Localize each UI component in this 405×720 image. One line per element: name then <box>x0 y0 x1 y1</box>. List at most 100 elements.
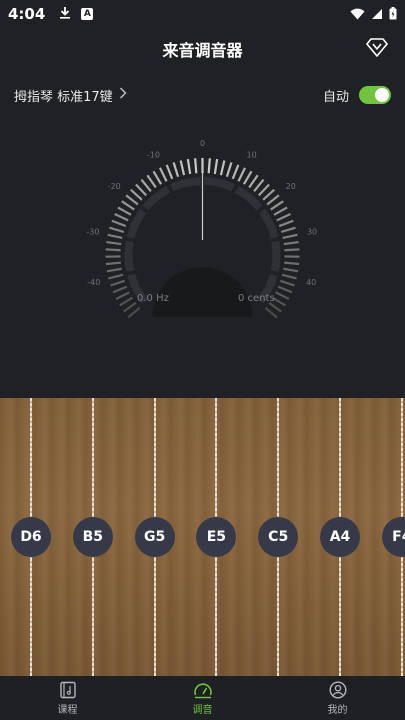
gauge-tick <box>270 200 284 211</box>
gauge-scale-label: -40 <box>87 278 100 287</box>
gauge-tick <box>114 213 129 222</box>
tuner-gauge: -50-40-30-20-1001020304050 <box>86 139 317 319</box>
gauge-tick <box>219 160 226 176</box>
wifi-icon <box>350 5 365 24</box>
gauge-tick <box>264 306 278 319</box>
gauge-tick <box>140 178 152 192</box>
course-book-icon <box>59 681 76 699</box>
gauge-segment <box>170 177 201 192</box>
gauge-tick <box>152 170 163 185</box>
gauge-tick <box>172 162 180 178</box>
battery-icon <box>389 5 397 24</box>
gauge-tick <box>280 226 296 233</box>
gauge-tick <box>253 178 265 192</box>
gauge-tick <box>213 158 219 175</box>
download-icon <box>59 6 71 22</box>
note-button[interactable]: E5 <box>196 517 237 557</box>
app-notification-icon: A <box>81 8 94 20</box>
gauge-segment <box>204 177 235 192</box>
gauge-tick <box>282 233 298 240</box>
gauge-tick <box>105 248 121 252</box>
tab-tuner[interactable]: 调音 <box>135 676 270 720</box>
tuner-gauge-icon <box>193 683 212 699</box>
gauge-tick <box>165 164 174 180</box>
gauge-hub <box>152 267 253 317</box>
bottom-tab-bar: 课程 调音 我的 <box>0 676 405 720</box>
gauge-tick <box>284 248 300 252</box>
gauge-scale-label: 20 <box>286 182 296 191</box>
gauge-scale-label: -10 <box>147 150 160 159</box>
gauge-tick <box>284 261 300 266</box>
auto-toggle[interactable] <box>359 86 391 104</box>
status-time: 4:04 <box>8 5 46 23</box>
vip-diamond-button[interactable] <box>365 36 389 58</box>
gauge-tick <box>106 267 122 273</box>
gauge-tick <box>278 219 294 228</box>
gauge-scale-label: 0 <box>200 139 205 148</box>
note-button[interactable]: G5 <box>134 517 175 557</box>
auto-mode: 自动 <box>323 86 391 105</box>
frequency-readout: 0.0 Hz <box>137 293 169 304</box>
gauge-tick <box>127 306 141 319</box>
gauge-tick <box>106 240 122 246</box>
instrument-label: 拇指琴 标准17键 <box>14 89 113 105</box>
tab-profile[interactable]: 我的 <box>270 676 405 720</box>
gauge-tick <box>135 183 148 197</box>
gauge-scale-label: -20 <box>108 182 121 191</box>
gauge-tick <box>273 206 288 216</box>
note-button[interactable]: C5 <box>258 517 299 557</box>
gauge-tick <box>283 240 299 246</box>
tab-course-label: 课程 <box>57 705 78 716</box>
status-indicators <box>350 5 397 24</box>
gauge-tick <box>276 213 291 222</box>
note-button[interactable]: B5 <box>72 517 113 557</box>
gauge-tick <box>108 273 124 280</box>
tab-course[interactable]: 课程 <box>0 676 135 720</box>
gauge-tick <box>266 194 280 206</box>
string-board: D6 B5 G5 E5 C5 A4 F4 <box>0 398 405 676</box>
profile-icon <box>328 681 347 699</box>
gauge-scale-label: 40 <box>306 278 316 287</box>
gauge-tick <box>125 194 139 206</box>
gauge-tick <box>158 167 168 182</box>
gauge-scale-label: 10 <box>247 150 257 159</box>
gauge-segment <box>124 240 135 272</box>
gauge-tick <box>231 164 240 180</box>
note-button[interactable]: A4 <box>320 517 360 557</box>
gauge-tick <box>257 183 270 197</box>
gauge-tick <box>111 219 127 228</box>
chevron-right-icon <box>119 87 127 103</box>
gauge-tick <box>279 279 295 287</box>
gauge-tick <box>109 226 125 233</box>
gauge-tick <box>207 158 211 174</box>
app-title: 来音调音器 <box>162 41 243 60</box>
gauge-tick <box>262 188 275 201</box>
gauge-tick <box>117 206 132 216</box>
instrument-row: 拇指琴 标准17键 自动 <box>0 82 405 108</box>
gauge-tick <box>110 279 126 287</box>
note-button[interactable]: D6 <box>11 517 51 557</box>
gauge-segment <box>142 185 171 211</box>
signal-icon <box>371 5 383 24</box>
note-button[interactable]: F4 <box>381 517 405 557</box>
gauge-tick <box>283 267 299 273</box>
gauge-tick <box>194 158 198 174</box>
gauge-tick <box>225 162 233 178</box>
gauge-tick <box>281 273 297 280</box>
gauge-segment <box>234 185 263 211</box>
gauge-tick <box>146 174 157 189</box>
gauge-tick <box>242 170 253 185</box>
gauge-tick <box>112 285 128 294</box>
gauge-tick <box>121 200 135 211</box>
toggle-knob <box>375 88 389 102</box>
status-bar: 4:04 A <box>0 0 405 28</box>
gauge-tick <box>179 160 186 176</box>
gauge-tick <box>130 188 143 201</box>
gauge-tick <box>277 285 293 294</box>
gauge-tick <box>237 167 247 182</box>
instrument-selector[interactable]: 拇指琴 标准17键 <box>14 86 127 105</box>
gauge-scale-label: -30 <box>86 228 99 237</box>
gauge-readouts: 0.0 Hz 0 cents <box>0 293 405 307</box>
title-bar: 来音调音器 <box>0 28 405 68</box>
auto-label: 自动 <box>322 89 349 105</box>
